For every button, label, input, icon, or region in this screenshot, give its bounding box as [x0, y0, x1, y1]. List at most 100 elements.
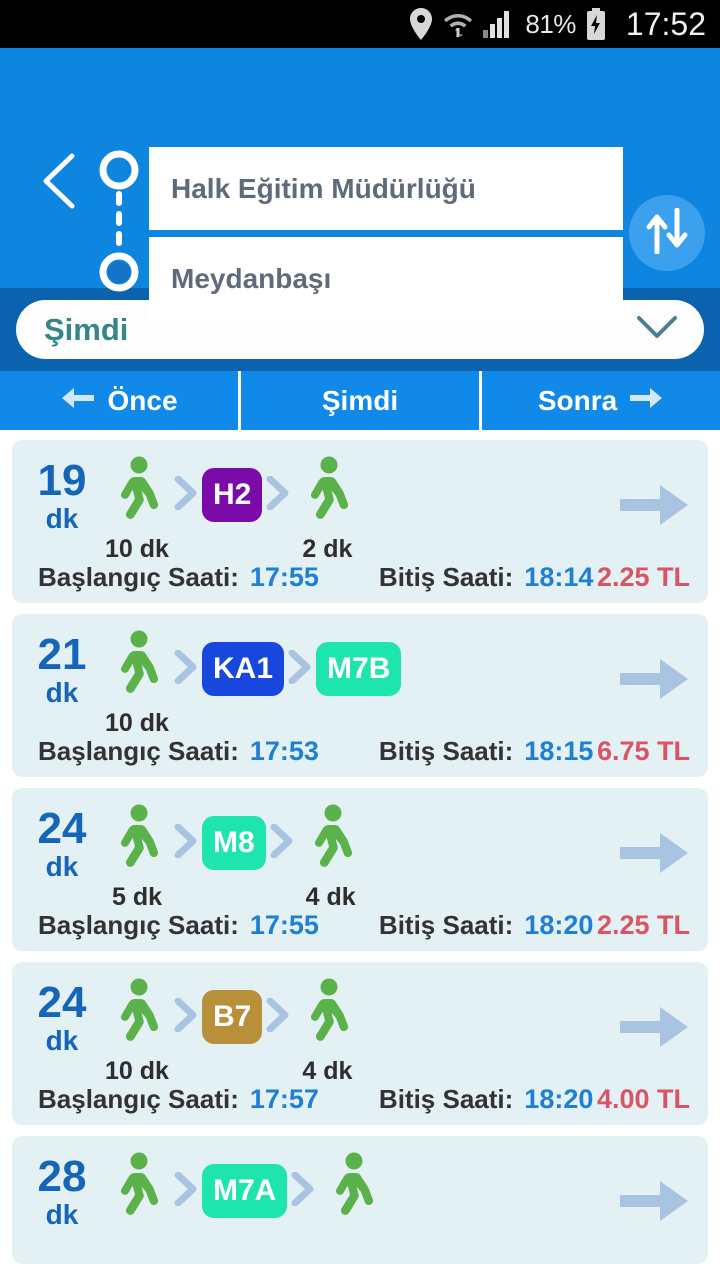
- route-legs: 10 dk H2 2 dk: [96, 454, 692, 564]
- location-pin-icon: [409, 8, 433, 40]
- chevron-down-icon: [636, 315, 678, 344]
- back-button[interactable]: [36, 152, 78, 210]
- end-time-value: 18:20: [524, 910, 594, 940]
- walking-person-icon: [109, 630, 165, 707]
- walking-person-icon: [299, 456, 355, 533]
- route-detail-arrow-icon[interactable]: [620, 656, 690, 707]
- swap-locations-button[interactable]: [629, 195, 705, 271]
- leg-separator-chevron-icon: [290, 1150, 316, 1228]
- route-legs: 5 dk M8 4 dk: [96, 802, 692, 912]
- walk-leg: 4 dk: [294, 976, 360, 1086]
- route-card[interactable]: 21 dk 10 dk KA1 M7B Başlangıç Saati: 17:53 Biti…: [12, 614, 708, 777]
- route-summary-row: 28 dk M7A: [28, 1150, 692, 1254]
- duration-unit: dk: [45, 677, 79, 708]
- leg-separator-chevron-icon: [173, 628, 199, 706]
- location-fields: Halk Eğitim Müdürlüğü Meydanbaşı: [149, 147, 623, 320]
- status-bar: 81% 17:52: [0, 0, 720, 48]
- route-legs: M7A: [96, 1150, 692, 1231]
- wifi-icon: [443, 9, 473, 39]
- fare-value: 2.25 TL: [596, 562, 690, 592]
- end-time-label: Bitiş Saati:: [378, 736, 514, 766]
- duration-value: 28: [37, 1152, 87, 1201]
- walking-person-icon: [109, 456, 165, 533]
- end-time-value: 18:14: [524, 562, 594, 592]
- transit-line-badge: M7B: [316, 642, 402, 696]
- walk-duration-label: 10 dk: [105, 1057, 169, 1085]
- search-header: Halk Eğitim Müdürlüğü Meydanbaşı: [0, 48, 720, 320]
- route-summary-row: 24 dk 5 dk M8 4 dk: [28, 802, 692, 911]
- duration-value: 19: [37, 456, 87, 505]
- start-time-value: 17:55: [249, 562, 319, 592]
- walking-person-icon: [324, 1152, 380, 1229]
- end-time-label: Bitiş Saati:: [378, 910, 514, 940]
- arrow-left-icon: [60, 385, 95, 417]
- walk-duration-label: 5 dk: [111, 883, 163, 911]
- walking-person-icon: [109, 1152, 165, 1229]
- destination-value: Meydanbaşı: [171, 262, 332, 294]
- fare-value: 2.25 TL: [596, 910, 690, 940]
- walking-person-icon: [299, 978, 355, 1055]
- route-detail-arrow-icon[interactable]: [620, 1004, 690, 1055]
- start-time-label: Başlangıç Saati:: [38, 1084, 239, 1114]
- time-select-value: Şimdi: [44, 311, 129, 347]
- walk-leg: 10 dk: [104, 976, 170, 1086]
- origin-value: Halk Eğitim Müdürlüğü: [171, 172, 476, 204]
- walk-leg: 4 dk: [298, 802, 364, 912]
- route-duration: 19 dk: [28, 454, 96, 536]
- walk-duration-label: 10 dk: [105, 535, 169, 563]
- walk-leg: 10 dk: [104, 454, 170, 564]
- walk-leg: [319, 1150, 385, 1231]
- leg-separator-chevron-icon: [173, 802, 199, 880]
- walk-leg: 5 dk: [104, 802, 170, 912]
- start-time-value: 17:53: [249, 736, 319, 766]
- route-legs: 10 dk B7 4 dk: [96, 976, 692, 1086]
- walk-duration-label: 4 dk: [302, 1057, 353, 1085]
- route-summary-row: 24 dk 10 dk B7 4 dk: [28, 976, 692, 1085]
- signal-bars-icon: [483, 10, 513, 38]
- prev-label: Önce: [107, 384, 178, 416]
- leg-separator-chevron-icon: [173, 454, 199, 532]
- route-legs: 10 dk KA1 M7B: [96, 628, 692, 738]
- route-duration: 24 dk: [28, 976, 96, 1058]
- now-label: Şimdi: [321, 384, 399, 416]
- status-clock: 17:52: [625, 5, 706, 42]
- duration-value: 24: [37, 804, 87, 853]
- walking-person-icon: [109, 978, 165, 1055]
- route-detail-arrow-icon[interactable]: [620, 1178, 690, 1229]
- duration-unit: dk: [45, 851, 79, 882]
- walking-person-icon: [303, 804, 359, 881]
- route-card[interactable]: 28 dk M7A: [12, 1136, 708, 1264]
- walk-leg: 10 dk: [104, 628, 170, 738]
- route-card[interactable]: 19 dk 10 dk H2 2 dk Başlangıç Saati: 17:55 Biti…: [12, 440, 708, 603]
- end-time-label: Bitiş Saati:: [378, 562, 514, 592]
- transit-line-badge: B7: [202, 990, 263, 1044]
- route-detail-arrow-icon[interactable]: [620, 830, 690, 881]
- route-duration: 21 dk: [28, 628, 96, 710]
- next-departures-button[interactable]: Sonra: [482, 371, 720, 430]
- route-card[interactable]: 24 dk 10 dk B7 4 dk Başlangıç Saati: 17:57 Biti…: [12, 962, 708, 1125]
- time-nav-bar: Önce Şimdi Sonra: [0, 371, 720, 430]
- leg-separator-chevron-icon: [265, 454, 291, 532]
- destination-input[interactable]: Meydanbaşı: [149, 237, 623, 320]
- origin-input[interactable]: Halk Eğitim Müdürlüğü: [149, 147, 623, 230]
- swap-arrows-icon: [645, 207, 689, 259]
- start-time-label: Başlangıç Saati:: [38, 910, 239, 940]
- route-summary-row: 21 dk 10 dk KA1 M7B: [28, 628, 692, 737]
- walk-duration-label: 2 dk: [302, 535, 353, 563]
- prev-departures-button[interactable]: Önce: [0, 371, 238, 430]
- next-label: Sonra: [537, 384, 618, 416]
- transit-line-badge: M8: [202, 816, 266, 870]
- battery-charging-icon: [586, 8, 606, 40]
- duration-unit: dk: [45, 1199, 79, 1230]
- duration-unit: dk: [45, 503, 79, 534]
- leg-separator-chevron-icon: [265, 976, 291, 1054]
- route-detail-arrow-icon[interactable]: [620, 482, 690, 533]
- route-results-list[interactable]: 19 dk 10 dk H2 2 dk Başlangıç Saati: 17:55 Biti…: [0, 430, 720, 1280]
- now-departures-button[interactable]: Şimdi: [238, 371, 482, 430]
- duration-value: 21: [37, 630, 87, 679]
- walk-duration-label: 4 dk: [305, 883, 356, 911]
- transit-line-badge: M7A: [202, 1164, 288, 1218]
- start-time-label: Başlangıç Saati:: [38, 736, 239, 766]
- walk-duration-label: 10 dk: [105, 709, 169, 737]
- route-card[interactable]: 24 dk 5 dk M8 4 dk Başlangıç Saati: 17:55 Bitiş…: [12, 788, 708, 951]
